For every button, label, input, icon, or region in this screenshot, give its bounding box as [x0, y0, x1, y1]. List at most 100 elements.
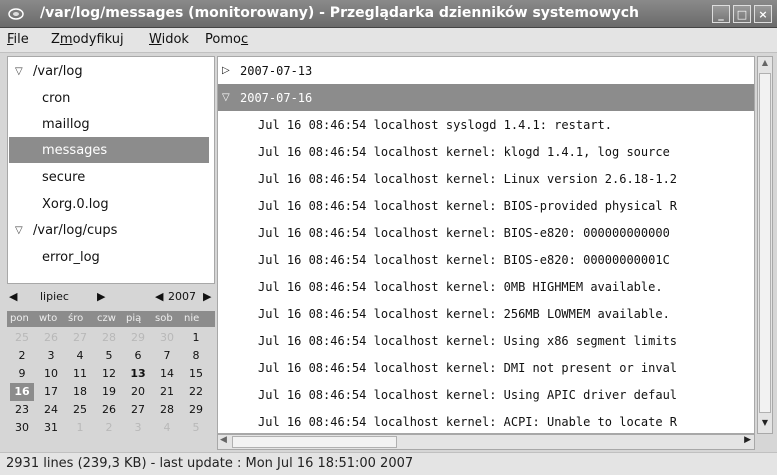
calendar-day[interactable]: 2 [10, 347, 34, 365]
calendar-day[interactable]: 30 [10, 419, 34, 437]
log-line[interactable]: Jul 16 08:46:54 localhost kernel: DMI no… [218, 354, 754, 381]
calendar-day[interactable]: 7 [155, 347, 179, 365]
calendar-day[interactable]: 4 [68, 347, 92, 365]
calendar-day[interactable]: 24 [39, 401, 63, 419]
next-year-icon[interactable]: ▶ [203, 290, 211, 303]
calendar-day[interactable]: 26 [97, 401, 121, 419]
log-line[interactable]: Jul 16 08:46:54 localhost kernel: BIOS-p… [218, 192, 754, 219]
next-month-icon[interactable]: ▶ [97, 290, 105, 303]
log-line[interactable]: Jul 16 08:46:54 localhost syslogd 1.4.1:… [218, 111, 754, 138]
calendar-day[interactable]: 28 [155, 401, 179, 419]
minimize-button[interactable]: _ [712, 5, 730, 23]
scroll-left-icon[interactable]: ◀ [220, 435, 227, 445]
scroll-right-icon[interactable]: ▶ [744, 435, 751, 445]
prev-month-icon[interactable]: ◀ [9, 290, 17, 303]
menu-file[interactable]: File [7, 32, 29, 47]
calendar-day[interactable]: 27 [68, 329, 92, 347]
calendar-day[interactable]: 13 [126, 365, 150, 383]
calendar-day[interactable]: 29 [184, 401, 208, 419]
tree-item-messages[interactable]: messages [9, 137, 209, 163]
calendar-day[interactable]: 30 [155, 329, 179, 347]
log-line[interactable]: Jul 16 08:46:54 localhost kernel: 256MB … [218, 300, 754, 327]
calendar-day[interactable]: 1 [68, 419, 92, 437]
log-line[interactable]: Jul 16 08:46:54 localhost kernel: BIOS-e… [218, 246, 754, 273]
horizontal-scrollbar[interactable]: ◀ ▶ [217, 434, 755, 450]
calendar-day[interactable]: 26 [39, 329, 63, 347]
log-viewer: ▷ 2007-07-13 ▽ 2007-07-16 Jul 16 08:46:5… [217, 56, 755, 434]
expanded-triangle-icon[interactable]: ▽ [15, 66, 27, 77]
log-line[interactable]: Jul 16 08:46:54 localhost kernel: Linux … [218, 165, 754, 192]
tree-item-var-log[interactable]: ▽ /var/log [9, 58, 209, 84]
calendar-day[interactable]: 21 [155, 383, 179, 401]
tree-item-maillog[interactable]: maillog [9, 111, 209, 137]
log-line[interactable]: Jul 16 08:46:54 localhost kernel: BIOS-e… [218, 219, 754, 246]
calendar-day[interactable]: 14 [155, 365, 179, 383]
calendar-day[interactable]: 31 [39, 419, 63, 437]
calendar-day[interactable]: 15 [184, 365, 208, 383]
log-line[interactable]: Jul 16 08:46:54 localhost kernel: klogd … [218, 138, 754, 165]
log-group-2007-07-16[interactable]: ▽ 2007-07-16 [218, 84, 754, 111]
expanded-triangle-icon[interactable]: ▽ [222, 92, 240, 103]
vertical-scroll-thumb[interactable] [759, 73, 771, 413]
menu-view-mnemonic: W [149, 32, 162, 47]
calendar-day[interactable]: 5 [97, 347, 121, 365]
window-title: /var/log/messages (monitorowany) - Przeg… [40, 5, 639, 21]
horizontal-scroll-thumb[interactable] [232, 436, 397, 448]
expanded-triangle-icon[interactable]: ▽ [15, 225, 27, 236]
calendar-day[interactable]: 6 [126, 347, 150, 365]
scroll-down-icon[interactable]: ▼ [759, 418, 771, 432]
tree-item-label: Xorg.0.log [42, 196, 109, 212]
calendar-day[interactable]: 3 [39, 347, 63, 365]
menu-help[interactable]: Pomoc [205, 32, 248, 47]
log-line[interactable]: Jul 16 08:46:54 localhost kernel: Using … [218, 381, 754, 408]
calendar-day[interactable]: 8 [184, 347, 208, 365]
log-line[interactable]: Jul 16 08:46:54 localhost kernel: Using … [218, 327, 754, 354]
prev-year-icon[interactable]: ◀ [155, 290, 163, 303]
tree-item-label: /var/log/cups [33, 222, 118, 238]
menu-bar: File Zmodyfikuj Widok Pomoc [0, 28, 777, 53]
calendar-day[interactable]: 9 [10, 365, 34, 383]
collapsed-triangle-icon[interactable]: ▷ [222, 65, 240, 76]
calendar-day[interactable]: 10 [39, 365, 63, 383]
calendar-day[interactable]: 25 [10, 329, 34, 347]
tree-item-secure[interactable]: secure [9, 164, 209, 190]
maximize-button[interactable]: □ [733, 5, 751, 23]
calendar-day[interactable]: 20 [126, 383, 150, 401]
log-line[interactable]: Jul 16 08:46:54 localhost kernel: ACPI: … [218, 408, 754, 433]
calendar-day[interactable]: 2 [97, 419, 121, 437]
calendar-day[interactable]: 16 [10, 383, 34, 401]
calendar-month: lipiec [40, 290, 69, 303]
calendar-day[interactable]: 29 [126, 329, 150, 347]
vertical-scrollbar[interactable]: ▲ ▼ [757, 56, 773, 434]
scroll-up-icon[interactable]: ▲ [759, 58, 771, 72]
calendar-day[interactable]: 19 [97, 383, 121, 401]
calendar-day[interactable]: 1 [184, 329, 208, 347]
tree-item-error-log[interactable]: error_log [9, 244, 209, 270]
tree-item-label: messages [42, 142, 108, 158]
tree-item-cron[interactable]: cron [9, 85, 209, 111]
calendar-day[interactable]: 5 [184, 419, 208, 437]
log-line-text: Jul 16 08:46:54 localhost kernel: DMI no… [258, 360, 678, 375]
calendar-day[interactable]: 17 [39, 383, 63, 401]
calendar-day[interactable]: 4 [155, 419, 179, 437]
calendar-day[interactable]: 25 [68, 401, 92, 419]
menu-edit[interactable]: Zmodyfikuj [51, 32, 124, 47]
calendar-day[interactable]: 23 [10, 401, 34, 419]
menu-help-pre: Pomo [205, 32, 241, 47]
app-icon [8, 8, 24, 20]
log-line[interactable]: Jul 16 08:46:54 localhost kernel: 0MB HI… [218, 273, 754, 300]
calendar-weekdays: pon wto śro czw pią sob nie [7, 311, 215, 327]
calendar-day[interactable]: 27 [126, 401, 150, 419]
tree-item-var-log-cups[interactable]: ▽ /var/log/cups [9, 217, 209, 243]
calendar-day[interactable]: 11 [68, 365, 92, 383]
calendar-day[interactable]: 12 [97, 365, 121, 383]
calendar: ◀ lipiec ▶ ◀ 2007 ▶ pon wto śro czw pią sob ni… [7, 287, 215, 447]
menu-view[interactable]: Widok [149, 32, 189, 47]
calendar-day[interactable]: 22 [184, 383, 208, 401]
close-button[interactable]: × [754, 5, 772, 23]
calendar-day[interactable]: 18 [68, 383, 92, 401]
calendar-day[interactable]: 28 [97, 329, 121, 347]
calendar-day[interactable]: 3 [126, 419, 150, 437]
tree-item-xorg-log[interactable]: Xorg.0.log [9, 191, 209, 217]
log-group-2007-07-13[interactable]: ▷ 2007-07-13 [218, 57, 754, 84]
